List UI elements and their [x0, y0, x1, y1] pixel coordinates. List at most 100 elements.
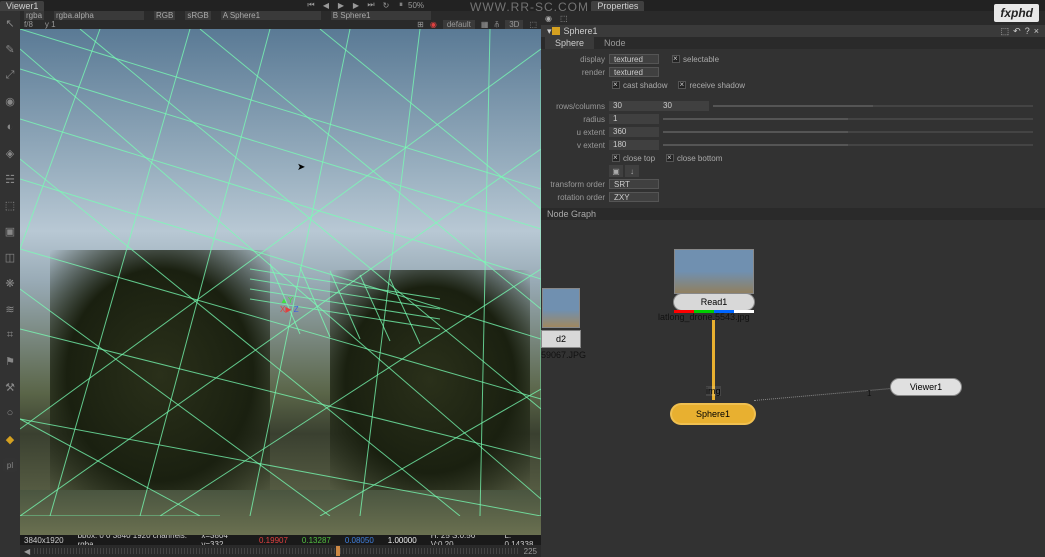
node-color-swatch[interactable] [552, 27, 560, 35]
input-a-dropdown[interactable]: A Sphere1 [221, 11, 321, 20]
mouse-cursor: ➤ [297, 162, 305, 174]
node-read1[interactable]: Read1 [673, 293, 755, 311]
last-frame-icon[interactable]: ⏭ [365, 0, 377, 10]
rowscols-label: rows/columns [549, 102, 609, 111]
lock-icon[interactable]: ◉ [545, 14, 552, 23]
node-graph[interactable]: d2 59067.JPG Read1 latlong_drone.5543.jp… [541, 220, 1045, 557]
uextent-slider[interactable] [663, 131, 1033, 133]
props-title: Sphere1 [564, 26, 598, 36]
overlay-icon[interactable]: ⊞ [417, 20, 424, 29]
color-icon[interactable]: ◈ [3, 146, 17, 160]
undo-icon[interactable]: ↶ [1013, 26, 1021, 37]
read2-filename: 59067.JPG [541, 350, 586, 360]
tab-sphere[interactable]: Sphere [545, 37, 594, 49]
3d-icon[interactable]: ◫ [3, 250, 17, 264]
pause-icon[interactable]: ⏸ [395, 0, 407, 10]
toolset-icon[interactable]: ⚒ [3, 380, 17, 394]
watermark: WWW.RR-SC.COM [470, 0, 589, 14]
radius-input[interactable]: 1 [609, 114, 659, 124]
read2-name: d2 [556, 334, 566, 344]
help-icon[interactable]: ⬚ [1001, 26, 1010, 37]
gamma-value[interactable]: y 1 [45, 20, 56, 29]
properties-tab[interactable]: Properties [591, 1, 644, 11]
render-label: render [549, 68, 609, 77]
import-button[interactable]: ↓ [625, 165, 639, 177]
revert-icon[interactable]: ? [1025, 26, 1030, 37]
cursor-icon[interactable]: ↖ [3, 16, 17, 30]
loop-icon[interactable]: ↻ [380, 0, 392, 10]
right-panels: ◉ ⬚ ▾ Sphere1 ⬚ ↶ ? × Sphere Node displa… [541, 11, 1045, 557]
rows-input[interactable]: 30 [609, 101, 659, 111]
pin-icon[interactable]: ⬚ [560, 14, 568, 23]
cast-shadow-checkbox[interactable] [612, 81, 620, 89]
axis-gizmo[interactable]: ▲YX▶ Z [280, 296, 299, 314]
timeline-track[interactable] [34, 548, 519, 554]
merge-icon[interactable]: ▣ [3, 224, 17, 238]
timeline-start[interactable]: ◀ [24, 547, 30, 556]
frame-end: 225 [524, 547, 537, 556]
prev-frame-icon[interactable]: ◀ [320, 0, 332, 10]
transform-order-label: transform order [549, 180, 609, 189]
input-b-dropdown[interactable]: B Sphere1 [331, 11, 431, 20]
g-value: 0.13287 [302, 536, 331, 545]
first-frame-icon[interactable]: ⏮ [305, 0, 317, 10]
misc-icon[interactable]: ⬚ [529, 20, 537, 29]
vextent-input[interactable]: 180 [609, 140, 659, 150]
viewer-tab[interactable]: Viewer1 [0, 1, 44, 11]
views-icon[interactable]: ⌗ [3, 328, 17, 342]
vextent-slider[interactable] [663, 144, 1033, 146]
wipe-icon[interactable]: ▦ [481, 20, 489, 29]
transform-icon[interactable]: ⤢ [3, 68, 17, 82]
next-frame-icon[interactable]: ▶ [350, 0, 362, 10]
tab-node[interactable]: Node [594, 37, 636, 49]
filter-icon[interactable]: ☵ [3, 172, 17, 186]
planar-icon[interactable]: pl [3, 458, 17, 472]
render-dropdown[interactable]: textured [609, 67, 659, 77]
dim-dropdown[interactable]: 3D [505, 20, 523, 29]
receive-shadow-checkbox[interactable] [678, 81, 686, 89]
fstop-value[interactable]: f/8 [24, 20, 33, 29]
channel-icon[interactable]: ◐ [3, 120, 17, 134]
lut-dropdown[interactable]: sRGB [185, 11, 210, 20]
file-button[interactable]: ▣ [609, 165, 623, 177]
close-bottom-checkbox[interactable] [666, 154, 674, 162]
dash-sphere-viewer[interactable] [754, 387, 904, 401]
time-icon[interactable]: ◉ [3, 94, 17, 108]
uextent-input[interactable]: 360 [609, 127, 659, 137]
viewer-name: Viewer1 [910, 382, 942, 392]
display-dropdown[interactable]: textured [609, 54, 659, 64]
timeline[interactable]: ◀ 225 [20, 545, 541, 557]
node-viewer1[interactable]: Viewer1 [890, 378, 962, 396]
viewport[interactable]: ▲YX▶ Z ➤ [20, 29, 541, 535]
read1-thumbnail [674, 249, 754, 294]
cols-input[interactable]: 30 [659, 101, 709, 111]
colorspace-dropdown[interactable]: RGB [154, 11, 175, 20]
node-sphere1[interactable]: Sphere1 [672, 405, 754, 423]
view-mode-dropdown[interactable]: default [443, 20, 475, 29]
particles-icon[interactable]: ❋ [3, 276, 17, 290]
zoom-value[interactable]: 50% [410, 0, 422, 10]
other-icon[interactable]: ○ [3, 406, 17, 420]
uextent-label: u extent [549, 128, 609, 137]
roto-icon[interactable]: ◆ [3, 432, 17, 446]
radius-slider[interactable] [663, 118, 1033, 120]
props-header: ▾ Sphere1 ⬚ ↶ ? × [541, 25, 1045, 37]
close-icon[interactable]: × [1034, 26, 1039, 37]
transform-order-dropdown[interactable]: SRT [609, 179, 659, 189]
rowscols-slider[interactable] [713, 105, 1033, 107]
props-toolbar: ◉ ⬚ [541, 11, 1045, 25]
metadata-icon[interactable]: ⚑ [3, 354, 17, 368]
selectable-checkbox[interactable] [672, 55, 680, 63]
draw-icon[interactable]: ✎ [3, 42, 17, 56]
channel-dropdown[interactable]: rgba [24, 11, 44, 20]
node-graph-tab[interactable]: Node Graph [541, 208, 1045, 220]
roi-icon[interactable]: ◉ [430, 20, 437, 29]
alpha-dropdown[interactable]: rgba.alpha [54, 11, 144, 20]
keyer-icon[interactable]: ⬚ [3, 198, 17, 212]
deep-icon[interactable]: ≋ [3, 302, 17, 316]
node-read2-partial[interactable]: d2 [541, 330, 581, 348]
rotation-order-dropdown[interactable]: ZXY [609, 192, 659, 202]
play-icon[interactable]: ▶ [335, 0, 347, 10]
proxy-icon[interactable]: ⫚ [494, 20, 499, 30]
close-top-checkbox[interactable] [612, 154, 620, 162]
